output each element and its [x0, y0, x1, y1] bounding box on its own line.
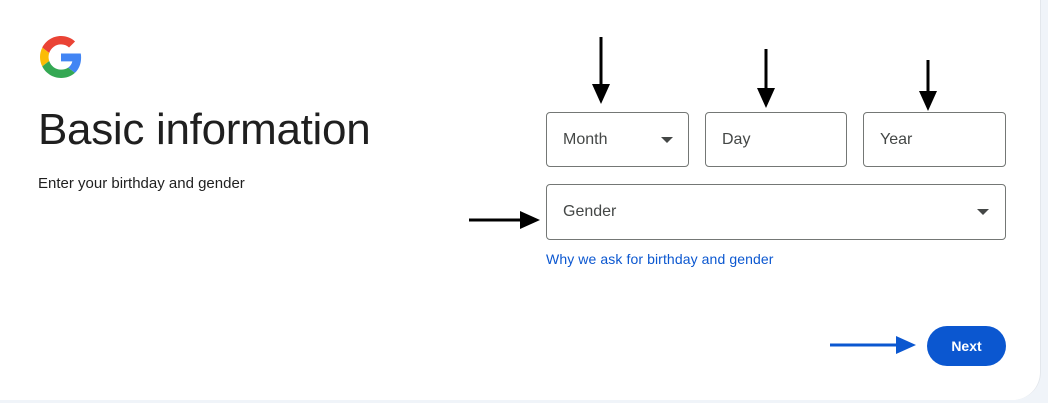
next-button[interactable]: Next [927, 326, 1006, 366]
year-label: Year [880, 130, 913, 148]
month-select[interactable]: Month [546, 112, 689, 167]
gender-select[interactable]: Gender [546, 184, 1006, 240]
page-title: Basic information [38, 105, 371, 154]
chevron-down-icon [661, 136, 673, 143]
month-label: Month [563, 130, 608, 148]
birthday-gender-help-link[interactable]: Why we ask for birthday and gender [546, 251, 774, 267]
chevron-down-icon [977, 209, 989, 215]
year-input[interactable]: Year [863, 112, 1006, 167]
day-label: Day [722, 130, 751, 148]
gender-label: Gender [563, 203, 617, 220]
page-subtitle: Enter your birthday and gender [38, 175, 245, 192]
day-input[interactable]: Day [705, 112, 847, 167]
google-logo-icon [40, 36, 82, 78]
signup-card: Basic information Enter your birthday an… [0, 0, 1041, 400]
